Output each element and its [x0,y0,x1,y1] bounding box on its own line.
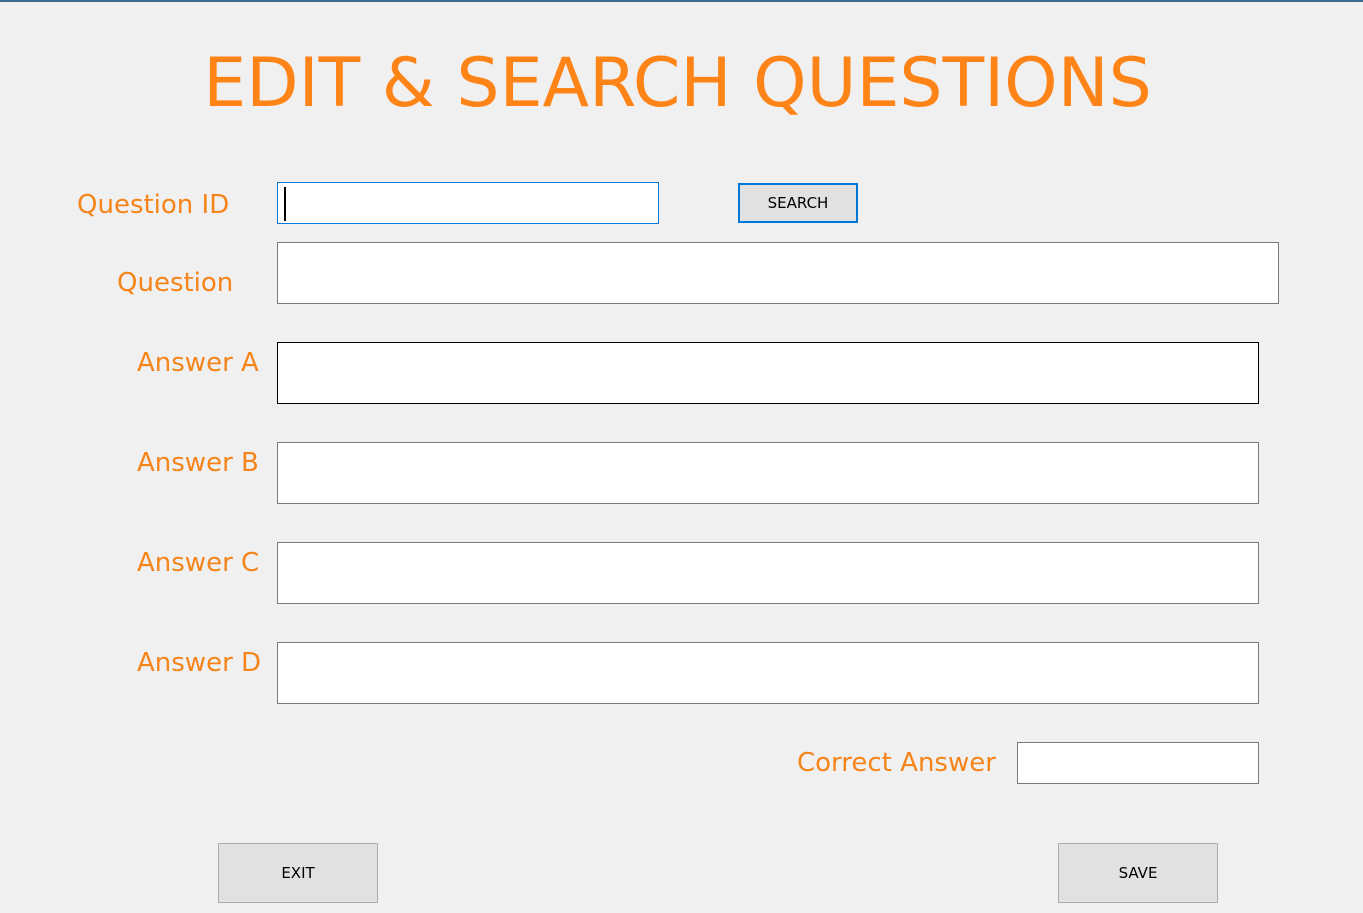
search-button[interactable]: SEARCH [738,183,858,223]
window-top-border [0,0,1363,2]
answer-d-label: Answer D [137,648,262,678]
answer-b-input[interactable] [277,442,1259,504]
question-id-input[interactable] [277,182,659,224]
answer-d-input[interactable] [277,642,1259,704]
exit-button[interactable]: EXIT [218,843,378,903]
answer-a-input[interactable] [277,342,1259,404]
save-button[interactable]: SAVE [1058,843,1218,903]
question-id-label: Question ID [77,190,230,220]
text-caret [284,187,286,221]
page-title: EDIT & SEARCH QUESTIONS [203,44,1152,123]
question-input[interactable] [277,242,1279,304]
correct-answer-input[interactable] [1017,742,1259,784]
answer-b-label: Answer B [137,448,259,478]
answer-c-input[interactable] [277,542,1259,604]
question-label: Question [117,268,234,298]
correct-answer-label: Correct Answer [797,748,996,778]
answer-c-label: Answer C [137,548,260,578]
answer-a-label: Answer A [137,348,259,378]
